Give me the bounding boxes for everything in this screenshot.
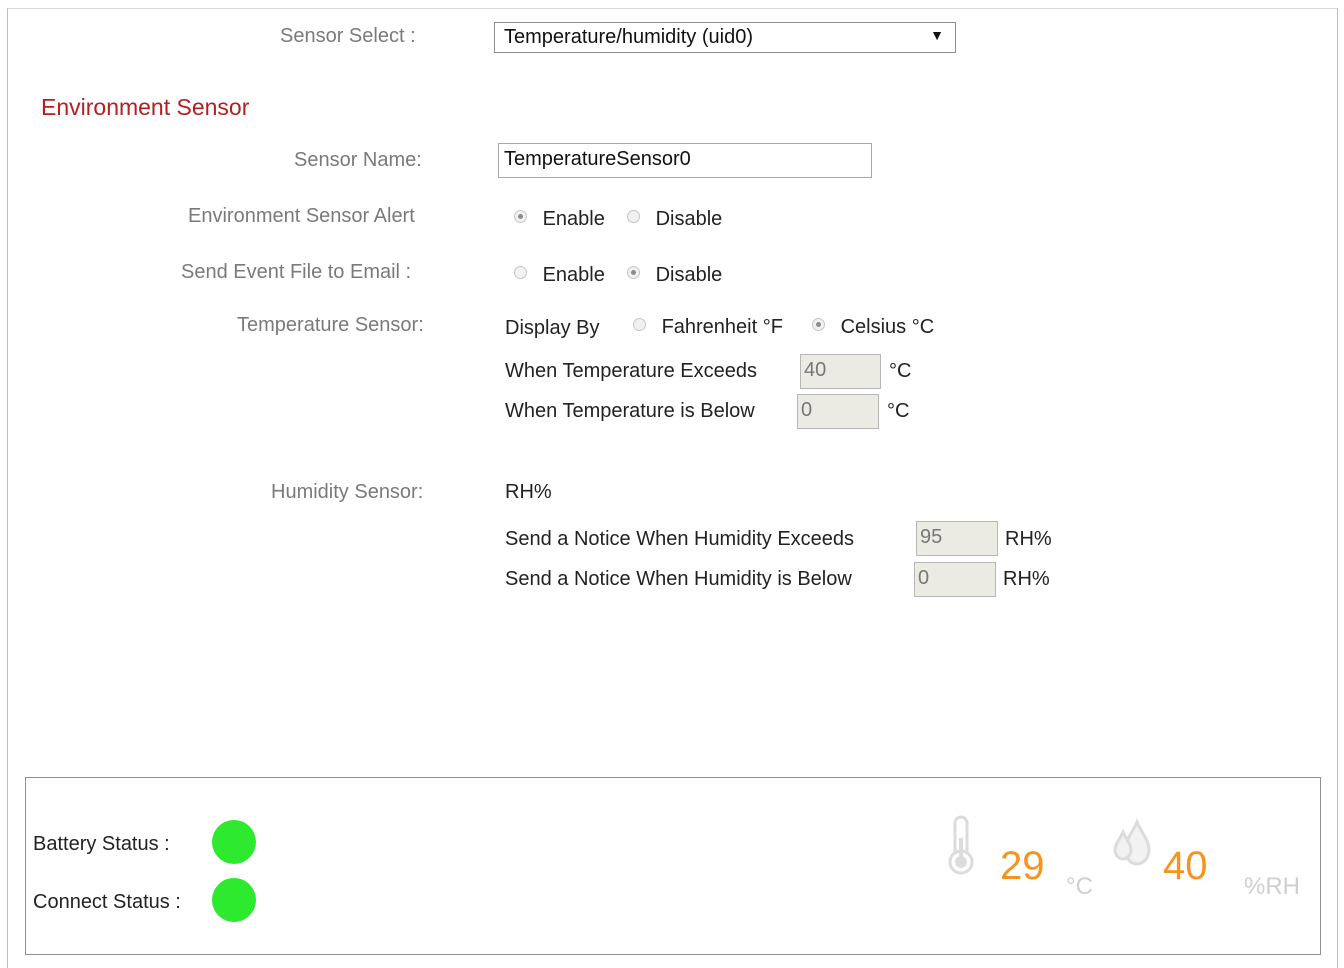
env-alert-disable-radio[interactable] <box>627 210 640 223</box>
send-event-enable-option[interactable]: Enable <box>514 264 605 287</box>
humidity-exceeds-unit: RH% <box>1005 528 1052 550</box>
sensor-select-label: Sensor Select : <box>280 25 416 47</box>
env-alert-enable-radio[interactable] <box>514 210 527 223</box>
fahrenheit-label: Fahrenheit °F <box>661 316 783 338</box>
sensor-name-label: Sensor Name: <box>294 149 422 171</box>
env-alert-disable-option[interactable]: Disable <box>627 208 722 231</box>
env-alert-label: Environment Sensor Alert <box>188 205 415 227</box>
connect-status-indicator <box>212 878 256 922</box>
humidity-unit-heading: RH% <box>505 481 552 503</box>
temp-exceeds-input[interactable]: 40 <box>800 354 881 389</box>
celsius-radio[interactable] <box>812 318 825 331</box>
celsius-label: Celsius °C <box>840 316 935 338</box>
battery-status-indicator <box>212 820 256 864</box>
fahrenheit-radio[interactable] <box>633 318 646 331</box>
temp-below-label: When Temperature is Below <box>505 400 755 422</box>
humidity-below-label: Send a Notice When Humidity is Below <box>505 568 852 590</box>
dropdown-arrow-icon: ▼ <box>930 27 944 43</box>
display-by-label: Display By <box>505 317 600 339</box>
sensor-select-dropdown[interactable]: Temperature/humidity (uid0) ▼ <box>494 22 956 53</box>
send-event-disable-radio[interactable] <box>627 266 640 279</box>
humidity-exceeds-input[interactable]: 95 <box>916 521 998 556</box>
send-event-enable-radio[interactable] <box>514 266 527 279</box>
env-alert-enable-label: Enable <box>542 208 605 230</box>
humidity-below-input[interactable]: 0 <box>914 562 996 597</box>
temp-below-unit: °C <box>887 400 910 422</box>
sensor-select-value: Temperature/humidity (uid0) <box>504 26 753 48</box>
section-title: Environment Sensor <box>41 94 250 120</box>
battery-status-label: Battery Status : <box>33 833 170 855</box>
temp-below-input[interactable]: 0 <box>797 394 879 429</box>
env-alert-disable-label: Disable <box>655 208 723 230</box>
thermometer-icon <box>944 814 978 881</box>
send-event-enable-label: Enable <box>542 264 605 286</box>
temp-exceeds-unit: °C <box>889 360 912 382</box>
humidity-reading: 40 <box>1163 844 1208 888</box>
send-event-disable-option[interactable]: Disable <box>627 264 722 287</box>
env-alert-enable-option[interactable]: Enable <box>514 208 605 231</box>
humidity-exceeds-label: Send a Notice When Humidity Exceeds <box>505 528 855 550</box>
connect-status-label: Connect Status : <box>33 891 181 913</box>
fahrenheit-option[interactable]: Fahrenheit °F <box>633 316 783 339</box>
send-event-label: Send Event File to Email : <box>181 261 412 283</box>
humidity-sensor-label: Humidity Sensor: <box>271 481 424 503</box>
celsius-option[interactable]: Celsius °C <box>812 316 934 339</box>
humidity-below-unit: RH% <box>1003 568 1050 590</box>
temp-exceeds-label: When Temperature Exceeds <box>505 360 757 382</box>
sensor-name-input[interactable]: TemperatureSensor0 <box>498 143 872 178</box>
temperature-reading: 29 <box>1000 844 1045 888</box>
water-drops-icon <box>1111 817 1155 875</box>
temperature-reading-unit: °C <box>1066 873 1093 900</box>
humidity-reading-unit: %RH <box>1244 873 1301 900</box>
temperature-sensor-label: Temperature Sensor: <box>237 314 424 336</box>
send-event-disable-label: Disable <box>655 264 723 286</box>
status-panel: Battery Status : Connect Status : 29 °C … <box>25 777 1321 955</box>
